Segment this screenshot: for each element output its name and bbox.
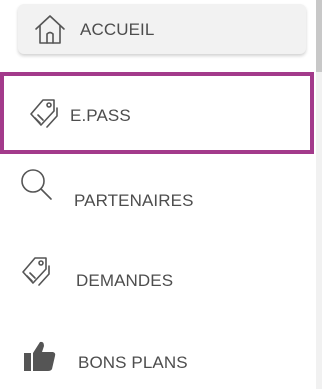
menu-item-demandes[interactable]: DEMANDES bbox=[0, 240, 314, 320]
home-icon bbox=[32, 12, 68, 48]
menu-item-label: E.PASS bbox=[70, 106, 131, 125]
menu-item-label: ACCUEIL bbox=[80, 20, 155, 39]
tag-icon bbox=[18, 252, 54, 288]
menu-item-label: PARTENAIRES bbox=[74, 191, 194, 210]
search-icon bbox=[18, 166, 54, 202]
menu-item-bons-plans[interactable]: BONS PLANS bbox=[0, 322, 314, 389]
menu-item-accueil[interactable]: ACCUEIL bbox=[18, 4, 306, 54]
menu-item-label: BONS PLANS bbox=[78, 353, 188, 372]
side-menu: ACCUEIL E.PASS PARTENAIRES DEMANDES BONS… bbox=[0, 0, 314, 389]
menu-item-partenaires[interactable]: PARTENAIRES bbox=[0, 160, 314, 240]
menu-item-epass[interactable]: E.PASS bbox=[0, 72, 314, 154]
tag-icon bbox=[26, 94, 62, 130]
menu-item-label: DEMANDES bbox=[76, 271, 174, 290]
thumbs-up-icon bbox=[22, 338, 58, 374]
scrollbar-thumb[interactable] bbox=[316, 0, 322, 72]
